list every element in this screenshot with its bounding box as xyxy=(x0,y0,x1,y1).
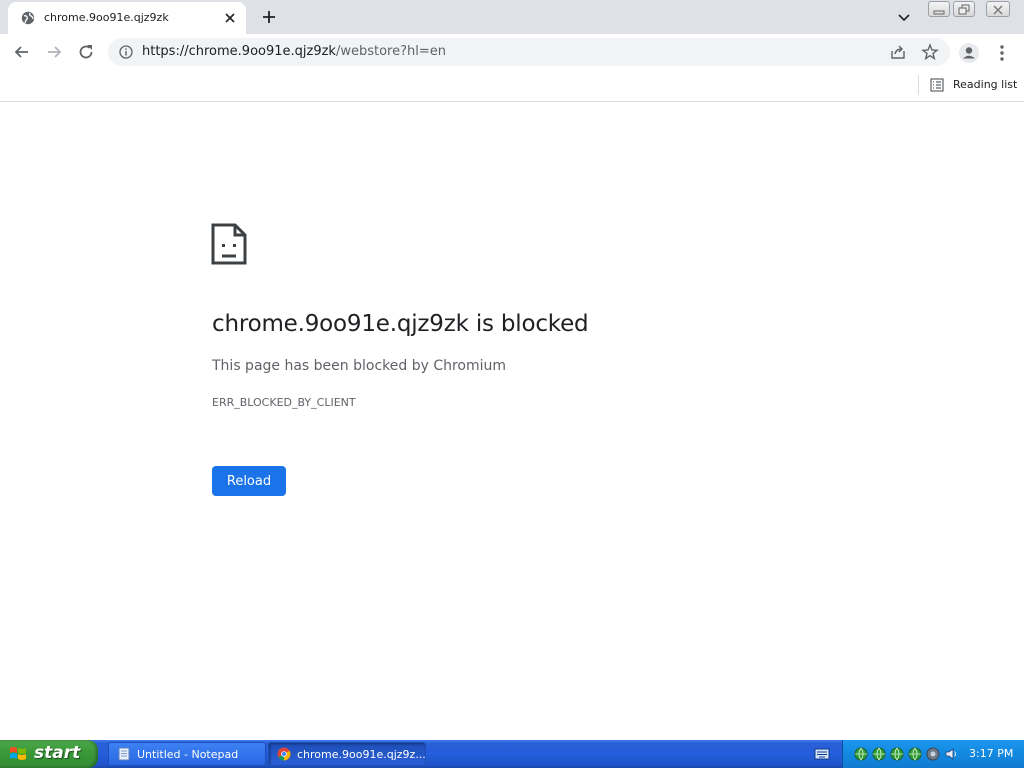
bookmark-star-icon[interactable] xyxy=(921,43,939,61)
network-globe-icon[interactable] xyxy=(907,746,923,762)
chevron-down-icon[interactable] xyxy=(896,9,912,25)
profile-avatar-icon[interactable] xyxy=(958,42,980,64)
taskbar: start Untitled - Notepad chrome.9oo91e.q… xyxy=(0,740,1024,768)
minimize-window-button[interactable] xyxy=(928,1,950,17)
address-bar[interactable]: https://chrome.9oo91e.qjz9zk/webstore?hl… xyxy=(108,38,950,66)
url-text: https://chrome.9oo91e.qjz9zk/webstore?hl… xyxy=(142,44,446,59)
system-tray: 3:17 PM xyxy=(842,740,1024,768)
page-content: chrome.9oo91e.qjz9zk is blocked This pag… xyxy=(0,103,1024,740)
info-icon[interactable] xyxy=(119,45,133,59)
close-icon xyxy=(993,5,1003,15)
toolbar: https://chrome.9oo91e.qjz9zk/webstore?hl… xyxy=(0,34,1024,70)
tab-strip: chrome.9oo91e.qjz9zk xyxy=(0,0,1024,34)
close-window-button[interactable] xyxy=(986,1,1010,17)
error-title: chrome.9oo91e.qjz9zk is blocked xyxy=(212,311,589,337)
bookmarks-bar: Reading list xyxy=(0,70,1024,102)
url-host: https://chrome.9oo91e.qjz9zk xyxy=(142,44,336,59)
kebab-menu-icon[interactable] xyxy=(994,42,1010,64)
windows-flag-icon xyxy=(10,747,26,760)
share-icon[interactable] xyxy=(890,44,906,60)
network-globe-icon[interactable] xyxy=(853,746,869,762)
error-subtitle: This page has been blocked by Chromium xyxy=(212,358,507,374)
restore-window-button[interactable] xyxy=(953,1,975,17)
restore-icon xyxy=(958,4,970,15)
notepad-icon xyxy=(118,747,130,761)
keyboard-icon[interactable] xyxy=(814,746,830,762)
minimize-icon xyxy=(933,10,945,15)
forward-arrow-icon[interactable] xyxy=(44,42,64,62)
speaker-icon[interactable] xyxy=(943,746,959,762)
chrome-icon xyxy=(277,747,291,761)
bookmarks-divider xyxy=(918,75,919,95)
security-shield-icon[interactable] xyxy=(925,746,941,762)
browser-tab[interactable]: chrome.9oo91e.qjz9zk xyxy=(8,2,246,34)
error-code: ERR_BLOCKED_BY_CLIENT xyxy=(212,396,356,409)
reload-icon[interactable] xyxy=(76,42,96,62)
network-globe-icon[interactable] xyxy=(871,746,887,762)
tab-title: chrome.9oo91e.qjz9zk xyxy=(44,11,169,24)
taskbar-item-notepad[interactable]: Untitled - Notepad xyxy=(108,742,266,766)
clock: 3:17 PM xyxy=(969,747,1014,760)
back-arrow-icon[interactable] xyxy=(12,42,32,62)
taskbar-item-label: Untitled - Notepad xyxy=(137,748,239,761)
taskbar-item-chrome[interactable]: chrome.9oo91e.qjz9z... xyxy=(268,742,426,766)
reading-list-icon xyxy=(930,78,944,92)
network-globe-icon[interactable] xyxy=(889,746,905,762)
close-tab-icon[interactable] xyxy=(222,10,238,26)
start-button[interactable]: start xyxy=(0,740,98,768)
url-path: /webstore?hl=en xyxy=(335,44,446,59)
taskbar-item-label: chrome.9oo91e.qjz9z... xyxy=(297,748,426,761)
new-tab-icon[interactable] xyxy=(260,8,278,26)
reading-list-label: Reading list xyxy=(953,78,1018,91)
globe-icon xyxy=(21,11,35,25)
start-label: start xyxy=(34,743,81,763)
sad-page-icon xyxy=(211,223,247,265)
reload-button[interactable]: Reload xyxy=(212,466,286,496)
